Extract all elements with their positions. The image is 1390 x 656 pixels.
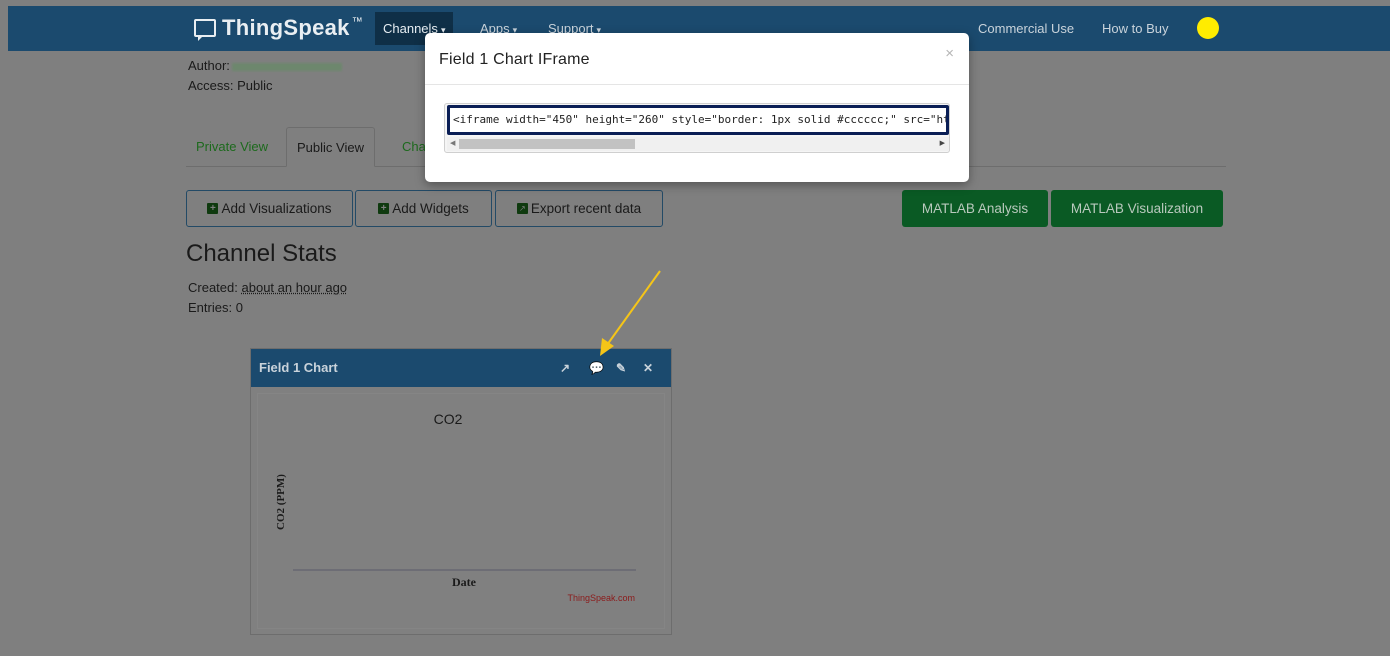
matlab-analysis-button[interactable]: MATLAB Analysis (902, 190, 1048, 227)
author-value-blurred (231, 62, 342, 71)
nav-commercial-use-label: Commercial Use (978, 21, 1075, 36)
add-widgets-label: Add Widgets (392, 201, 469, 216)
modal-header: Field 1 Chart IFrame × (425, 33, 969, 85)
add-visualizations-label: Add Visualizations (221, 201, 332, 216)
matlab-visualization-button[interactable]: MATLAB Visualization (1051, 190, 1223, 227)
scroll-left-arrow-icon[interactable]: ◀ (450, 138, 455, 150)
user-avatar[interactable] (1197, 17, 1219, 39)
chart-credit-link[interactable]: ThingSpeak.com (567, 593, 635, 603)
add-visualizations-button[interactable]: + Add Visualizations (186, 190, 353, 227)
chart-plot-area: CO2 Date CO2 (PPM) ThingSpeak.com (257, 393, 665, 629)
entries-label: Entries: (188, 300, 233, 315)
created-label: Created: (188, 280, 238, 295)
trademark-mark: ™ (351, 16, 363, 28)
modal-title: Field 1 Chart IFrame (439, 51, 590, 68)
matlab-visualization-label: MATLAB Visualization (1070, 201, 1204, 216)
iframe-code-box[interactable]: <iframe width="450" height="260" style="… (444, 103, 950, 153)
author-row: Author: (188, 58, 342, 73)
plus-icon: + (378, 203, 390, 214)
entries-row: Entries: 0 (188, 300, 243, 315)
annotation-arrow-line (606, 270, 661, 346)
comment-icon[interactable]: 💬 (589, 349, 604, 387)
chart-title: CO2 (434, 411, 463, 427)
nav-how-to-buy-label: How to Buy (1102, 21, 1169, 36)
y-axis-label: CO2 (PPM) (275, 474, 287, 530)
access-row: Access: Public (188, 78, 273, 93)
horizontal-scrollbar[interactable]: ◀ ▶ (447, 137, 949, 151)
nav-commercial-use[interactable]: Commercial Use (970, 12, 1082, 45)
tab-channel-settings-label: Cha (402, 139, 426, 154)
channel-stats-title: Channel Stats (186, 240, 337, 267)
close-icon[interactable]: ✕ (643, 349, 653, 387)
author-label: Author: (188, 58, 230, 73)
pencil-icon[interactable]: ✎ (616, 349, 626, 387)
speech-bubble-icon (194, 19, 216, 41)
iframe-code-text[interactable]: <iframe width="450" height="260" style="… (450, 108, 946, 132)
tab-private-view[interactable]: Private View (186, 127, 278, 167)
scroll-right-arrow-icon[interactable]: ▶ (940, 138, 945, 150)
export-icon: ↗ (516, 203, 528, 214)
plus-icon: + (207, 203, 219, 214)
access-label: Access: (188, 78, 234, 93)
chart-widget-header: Field 1 Chart ↗ 💬 ✎ ✕ (251, 349, 671, 387)
tab-public-view-label: Public View (297, 140, 364, 155)
modal-close-button[interactable]: × (945, 45, 954, 62)
nav-how-to-buy[interactable]: How to Buy (1094, 12, 1176, 45)
add-widgets-button[interactable]: + Add Widgets (355, 190, 492, 227)
entries-value: 0 (235, 300, 243, 315)
tab-private-view-label: Private View (196, 139, 269, 154)
external-link-icon[interactable]: ↗ (560, 349, 570, 387)
x-axis-label: Date (452, 575, 477, 589)
access-value: Public (237, 78, 273, 93)
export-recent-data-button[interactable]: ↗ Export recent data (495, 190, 663, 227)
iframe-modal: Field 1 Chart IFrame × <iframe width="45… (425, 33, 969, 182)
created-value: about an hour ago (241, 280, 348, 295)
chart-svg: CO2 Date CO2 (PPM) ThingSpeak.com (275, 411, 636, 603)
field-1-chart-widget: Field 1 Chart ↗ 💬 ✎ ✕ CO2 Date CO2 (PPM)… (250, 348, 672, 635)
tab-public-view[interactable]: Public View (286, 127, 375, 167)
matlab-analysis-label: MATLAB Analysis (921, 201, 1029, 216)
export-recent-data-label: Export recent data (530, 201, 642, 216)
created-row: Created: about an hour ago (188, 280, 347, 295)
thingspeak-logo[interactable]: ThingSpeak ™ (194, 15, 363, 41)
scrollbar-thumb[interactable] (459, 139, 635, 149)
brand-name: ThingSpeak (222, 15, 350, 40)
chart-widget-title: Field 1 Chart (259, 360, 338, 375)
iframe-code-selection[interactable]: <iframe width="450" height="260" style="… (447, 105, 949, 135)
